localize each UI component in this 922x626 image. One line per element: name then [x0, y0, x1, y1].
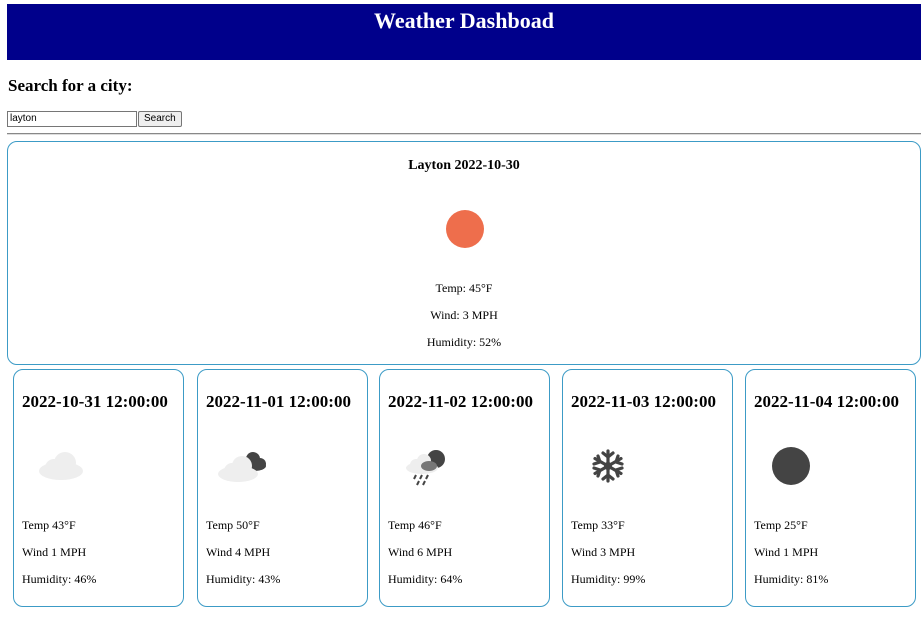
forecast-humidity: Humidity: 81% — [754, 572, 829, 586]
current-weather-card: Layton 2022-10-30 Temp: 45°F Wind: 3 MPH… — [7, 141, 921, 365]
forecast-wind: Wind 3 MPH — [571, 545, 636, 559]
forecast-temp: Temp 43°F — [22, 518, 76, 532]
sun-icon — [446, 210, 484, 248]
forecast-date: 2022-11-02 12:00:00 — [388, 392, 533, 411]
forecast-card: 2022-11-01 12:00:00 Temp 50°F Wind 4 MPH… — [197, 369, 368, 607]
forecast-humidity: Humidity: 64% — [388, 572, 463, 586]
forecast-humidity: Humidity: 43% — [206, 572, 281, 586]
current-wind: Wind: 3 MPH — [430, 308, 498, 322]
forecast-wind: Wind 4 MPH — [206, 545, 271, 559]
forecast-wind: Wind 6 MPH — [388, 545, 453, 559]
page-title: Weather Dashboad — [374, 8, 554, 33]
forecast-card: 2022-11-02 12:00:00 Temp 46°F Wind 6 MPH… — [379, 369, 550, 607]
forecast-card: 2022-10-31 12:00:00 Temp 43°F Wind 1 MPH… — [13, 369, 184, 607]
dark-clouds-icon — [218, 452, 266, 482]
forecast-card: 2022-11-04 12:00:00 Temp 25°F Wind 1 MPH… — [745, 369, 916, 607]
forecast-date: 2022-11-04 12:00:00 — [754, 392, 899, 411]
forecast-wind: Wind 1 MPH — [22, 545, 87, 559]
forecast-date: 2022-10-31 12:00:00 — [22, 392, 168, 411]
divider — [7, 133, 921, 135]
current-humidity: Humidity: 52% — [426, 335, 502, 349]
forecast-card: 2022-11-03 12:00:00 Temp 33°F Wind 3 MPH… — [562, 369, 733, 607]
rain-clouds-icon — [406, 450, 445, 486]
forecast-humidity: Humidity: 46% — [22, 572, 97, 586]
forecast-temp: Temp 33°F — [571, 518, 625, 532]
cloud-icon — [39, 452, 83, 480]
forecast-date: 2022-11-03 12:00:00 — [571, 392, 716, 411]
moon-icon — [772, 447, 810, 485]
forecast-temp: Temp 46°F — [388, 518, 442, 532]
forecast-wind: Wind 1 MPH — [754, 545, 819, 559]
forecast-temp: Temp 50°F — [206, 518, 260, 532]
search-heading: Search for a city: — [8, 76, 133, 95]
forecast-temp: Temp 25°F — [754, 518, 808, 532]
search-button[interactable]: Search — [138, 111, 182, 127]
header-bar: Weather Dashboad — [7, 4, 921, 60]
city-search-input[interactable] — [7, 111, 137, 127]
forecast-humidity: Humidity: 99% — [571, 572, 646, 586]
current-city-date: Layton 2022-10-30 — [408, 158, 520, 173]
forecast-date: 2022-11-01 12:00:00 — [206, 392, 351, 411]
current-temp: Temp: 45°F — [435, 281, 493, 295]
snowflake-icon — [592, 449, 624, 483]
